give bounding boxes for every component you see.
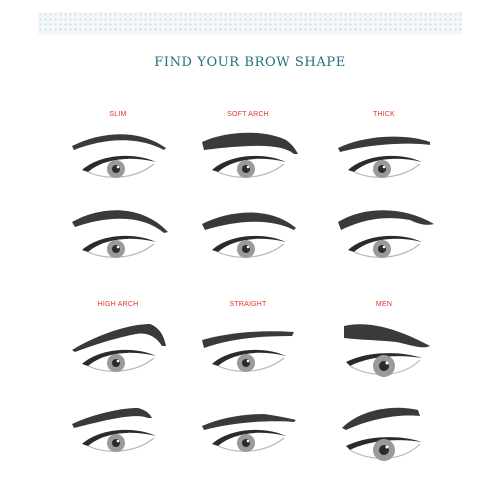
- brow-figure-slim-2: [72, 210, 168, 258]
- highlight: [246, 359, 250, 363]
- label-men: MEN: [375, 301, 393, 308]
- brow-men: [344, 324, 430, 348]
- brow-high-arch: [72, 324, 166, 352]
- highlight: [385, 361, 389, 365]
- brow-figure-high-arch-1: [72, 324, 166, 372]
- highlight: [385, 445, 389, 449]
- brow-figure-soft-arch-1: [202, 132, 298, 178]
- brow-figure-men-2: [342, 407, 422, 461]
- brow-figure-straight-2: [202, 414, 296, 452]
- brow-thick-alt: [338, 210, 434, 230]
- label-high-arch: HIGH ARCH: [97, 301, 139, 308]
- brow-figure-men-1: [344, 324, 430, 377]
- brow-thick: [338, 136, 430, 152]
- label-slim: SLIM: [109, 111, 127, 118]
- highlight: [382, 245, 386, 249]
- brow-figure-thick-1: [338, 136, 430, 178]
- brow-soft-arch-alt: [202, 212, 296, 230]
- brow-figure-soft-arch-2: [202, 212, 296, 258]
- page-title: FIND YOUR BROW SHAPE: [154, 55, 346, 70]
- brow-high-arch-alt: [72, 408, 152, 428]
- brow-figure-straight-1: [202, 331, 294, 372]
- highlight: [116, 165, 120, 169]
- brow-figure-thick-2: [338, 210, 434, 258]
- brow-figure-slim-1: [72, 134, 166, 178]
- highlight: [116, 439, 120, 443]
- highlight: [382, 165, 386, 169]
- label-soft-arch: SOFT ARCH: [227, 111, 269, 118]
- highlight: [116, 359, 120, 363]
- highlight: [246, 165, 250, 169]
- highlight: [246, 439, 250, 443]
- brow-men-alt: [342, 407, 420, 430]
- brow-slim-alt: [72, 210, 168, 233]
- brow-straight: [202, 331, 294, 348]
- brow-straight-alt: [202, 414, 296, 430]
- decorative-pattern-band: [38, 12, 462, 34]
- highlight: [246, 245, 250, 249]
- brow-soft-arch: [202, 132, 298, 154]
- label-straight: STRAIGHT: [229, 301, 267, 308]
- highlight: [116, 245, 120, 249]
- label-thick: THICK: [373, 111, 395, 118]
- brow-slim: [72, 134, 166, 150]
- brow-figure-high-arch-2: [72, 408, 156, 452]
